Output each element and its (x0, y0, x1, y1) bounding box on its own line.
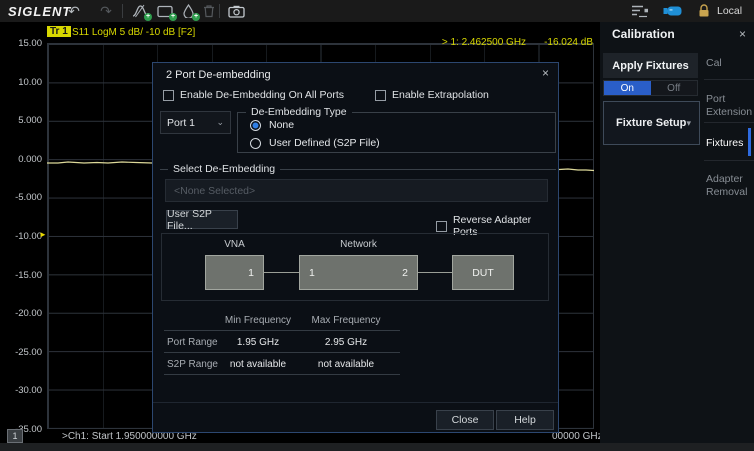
checkbox-label: Enable De-Embedding On All Ports (180, 89, 344, 101)
tab-divider (704, 79, 754, 80)
table-cell: not available (301, 359, 391, 370)
table-row-label: S2P Range (167, 359, 218, 370)
radio-user-defined[interactable]: User Defined (S2P File) (250, 137, 380, 149)
vna-port-number: 1 (248, 267, 254, 279)
button-label: Close (452, 414, 479, 426)
network-port2-number: 2 (402, 267, 408, 279)
de-embedding-file-field[interactable]: <None Selected> (165, 179, 548, 202)
group-legend: De-Embedding Type (246, 106, 352, 118)
table-line (164, 330, 400, 331)
wire (264, 272, 299, 273)
tab-cal[interactable]: Cal (706, 57, 752, 70)
de-embedding-dialog: 2 Port De-embedding × Enable De-Embeddin… (152, 62, 559, 433)
tab-divider (704, 122, 754, 123)
chevron-down-icon: ▾ (686, 118, 699, 129)
button-label: User S2P File... (167, 208, 237, 232)
enable-extrapolation-checkbox[interactable]: Enable Extrapolation (375, 89, 489, 101)
checkbox-label: Enable Extrapolation (392, 89, 489, 101)
table-line (164, 374, 400, 375)
calibration-panel: Calibration × Apply Fixtures On Off Fixt… (600, 22, 754, 443)
checkbox-icon (436, 221, 447, 232)
vna-box: 1 (205, 255, 264, 290)
table-line (164, 352, 400, 353)
tab-fixtures[interactable]: Fixtures (706, 137, 752, 150)
radio-selected-icon (250, 120, 261, 131)
panel-close-icon[interactable]: × (739, 28, 746, 40)
channel-stop-readout: 00000 GHz (552, 431, 603, 442)
chevron-down-icon: ⌄ (216, 117, 224, 128)
fixture-setup-label: Fixture Setup (616, 117, 686, 129)
radio-icon (250, 138, 261, 149)
tab-port-extension[interactable]: Port Extension (706, 93, 752, 119)
channel-badge[interactable]: 1 (7, 429, 23, 443)
network-port1-number: 1 (309, 267, 315, 279)
panel-title: Calibration (612, 27, 675, 41)
dialog-title: 2 Port De-embedding (166, 69, 271, 81)
fixture-setup-dropdown[interactable]: Fixture Setup ▾ (603, 101, 700, 145)
file-field-value: <None Selected> (174, 185, 255, 197)
wire (418, 272, 452, 273)
dut-label: DUT (472, 267, 494, 279)
enable-all-ports-checkbox[interactable]: Enable De-Embedding On All Ports (163, 89, 344, 101)
toggle-off-button[interactable]: Off (651, 81, 698, 95)
table-cell: not available (213, 359, 303, 370)
radio-label: None (269, 119, 294, 131)
table-cell: 2.95 GHz (301, 337, 391, 348)
port-select-value: Port 1 (167, 117, 195, 129)
network-label: Network (299, 239, 418, 250)
toggle-on-button[interactable]: On (604, 81, 651, 95)
bottom-strip (0, 443, 754, 451)
footer-divider (153, 402, 558, 403)
table-cell: 1.95 GHz (213, 337, 303, 348)
port-select-dropdown[interactable]: Port 1 ⌄ (160, 111, 231, 134)
checkbox-icon (375, 90, 386, 101)
button-label: Help (514, 414, 536, 426)
apply-fixtures-toggle: On Off (603, 80, 698, 96)
dut-box: DUT (452, 255, 514, 290)
group-legend: Select De-Embedding (168, 163, 280, 175)
connection-diagram: VNA Network 1 1 2 DUT (161, 233, 549, 301)
radio-label: User Defined (S2P File) (269, 137, 380, 149)
help-button[interactable]: Help (496, 410, 554, 430)
tab-divider (704, 160, 754, 161)
de-embedding-type-group: De-Embedding Type None User Defined (S2P… (237, 112, 556, 153)
dialog-close-icon[interactable]: × (542, 67, 549, 79)
active-tab-indicator (748, 128, 751, 156)
radio-none[interactable]: None (250, 119, 294, 131)
vna-label: VNA (205, 239, 264, 250)
table-header-min: Min Frequency (213, 315, 303, 326)
table-header-max: Max Frequency (301, 315, 391, 326)
apply-fixtures-label: Apply Fixtures (603, 53, 698, 78)
checkbox-icon (163, 90, 174, 101)
table-row-label: Port Range (167, 337, 218, 348)
network-box: 1 2 (299, 255, 418, 290)
close-button[interactable]: Close (436, 410, 494, 430)
tab-adapter-removal[interactable]: Adapter Removal (706, 173, 752, 199)
user-s2p-file-button[interactable]: User S2P File... (166, 210, 238, 229)
